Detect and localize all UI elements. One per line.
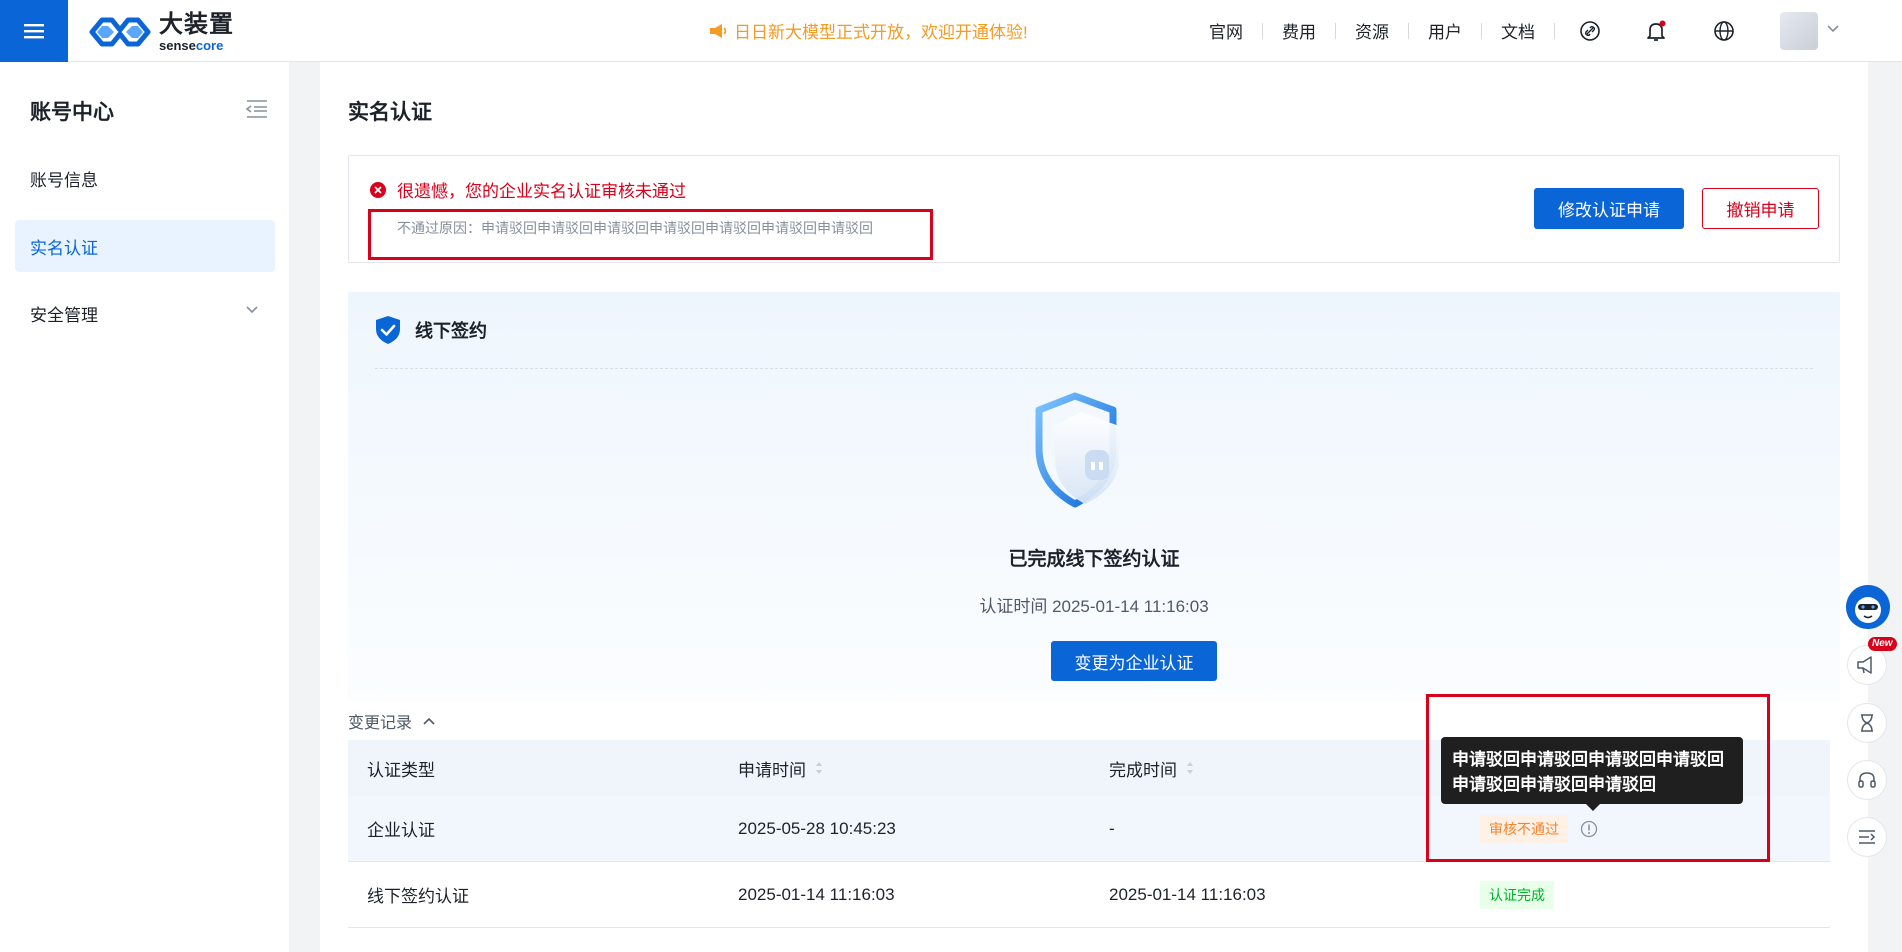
row-status: 认证完成 <box>1461 880 1830 909</box>
alert-message: 很遗憾，您的企业实名认证审核未通过 <box>369 177 686 202</box>
nav-divider <box>1554 22 1555 39</box>
top-nav: 官网 费用 资源 用户 文档 <box>1190 18 1555 43</box>
megaphone-icon <box>1857 656 1872 674</box>
sidebar-item-label: 实名认证 <box>30 238 98 258</box>
bell-icon[interactable] <box>1644 19 1668 43</box>
status-badge: 审核不通过 <box>1480 814 1568 843</box>
collapse-right-icon <box>1859 830 1876 844</box>
announcement-tool[interactable] <box>1847 645 1887 685</box>
offline-signing-card: 线下签约 已完成线下签约认证 认证时间 2025-01-14 11:16:03 … <box>348 292 1840 702</box>
sidebar: 账号中心 账号信息 实名认证 安全管理 <box>0 62 289 952</box>
menu-button[interactable] <box>0 0 68 62</box>
hamburger-icon <box>24 24 44 39</box>
row-apply-time: 2025-01-14 11:16:03 <box>738 884 895 904</box>
sidebar-item-label: 账号信息 <box>30 170 98 190</box>
sidebar-item-label: 安全管理 <box>30 305 98 325</box>
page-title: 实名认证 <box>348 101 432 124</box>
sort-icon[interactable] <box>1185 760 1195 776</box>
main-content: 实名认证 很遗憾，您的企业实名认证审核未通过 不通过原因：申请驳回申请驳回申请驳… <box>320 62 1868 952</box>
header-apply-time[interactable]: 申请时间 <box>719 756 1090 781</box>
card-divider <box>375 368 1813 369</box>
info-icon[interactable] <box>1580 820 1598 838</box>
rejection-alert: 很遗憾，您的企业实名认证审核未通过 不通过原因：申请驳回申请驳回申请驳回申请驳回… <box>348 155 1840 263</box>
row-done-time: - <box>1109 818 1115 838</box>
alert-text: 很遗憾，您的企业实名认证审核未通过 <box>397 182 686 201</box>
table-row: 线下签约认证 2025-01-14 11:16:03 2025-01-14 11… <box>348 862 1830 928</box>
globe-icon[interactable] <box>1712 19 1736 43</box>
card-title: 线下签约 <box>375 315 487 345</box>
collapse-sidebar-icon[interactable] <box>245 98 269 120</box>
withdraw-application-button[interactable]: 撤销申请 <box>1702 188 1819 229</box>
edit-application-button[interactable]: 修改认证申请 <box>1534 188 1684 229</box>
sidebar-item-security[interactable]: 安全管理 <box>15 287 275 339</box>
logo-cn: 大装置 <box>159 10 234 38</box>
avatar[interactable] <box>1780 12 1818 50</box>
row-done-time: 2025-01-14 11:16:03 <box>1109 884 1266 904</box>
new-badge: New <box>1868 637 1897 651</box>
row-cert-type: 线下签约认证 <box>367 887 469 906</box>
history-label: 变更记录 <box>348 715 413 732</box>
headset-icon <box>1858 772 1876 788</box>
megaphone-icon <box>710 23 727 38</box>
header-done-time[interactable]: 完成时间 <box>1090 756 1461 781</box>
nav-users[interactable]: 用户 <box>1409 18 1481 43</box>
table-row: 企业认证 2025-05-28 10:45:23 - 审核不通过 <box>348 796 1830 862</box>
logo-en: sensecore <box>159 37 224 53</box>
row-cert-type: 企业认证 <box>367 821 435 840</box>
chevron-down-icon[interactable] <box>1826 24 1840 34</box>
sidebar-title: 账号中心 <box>30 101 114 124</box>
nav-docs[interactable]: 文档 <box>1482 18 1554 43</box>
offline-done-text: 已完成线下签约认证 <box>1008 549 1180 570</box>
history-toggle[interactable]: 变更记录 <box>348 709 436 733</box>
nav-resources[interactable]: 资源 <box>1336 18 1408 43</box>
shield-illustration-icon <box>1035 392 1119 508</box>
chevron-up-icon <box>423 717 435 725</box>
support-tool[interactable] <box>1847 760 1887 800</box>
row-apply-time: 2025-05-28 10:45:23 <box>738 818 896 838</box>
sidebar-item-account-info[interactable]: 账号信息 <box>15 152 275 204</box>
logo[interactable]: 大装置 sensecore <box>89 12 234 52</box>
sort-icon[interactable] <box>814 760 824 776</box>
hourglass-tool[interactable] <box>1847 703 1887 743</box>
rejection-tooltip: 申请驳回申请驳回申请驳回申请驳回申请驳回申请驳回申请驳回 <box>1441 737 1743 811</box>
nav-billing[interactable]: 费用 <box>1263 18 1335 43</box>
announcement[interactable]: 日日新大模型正式开放，欢迎开通体验! <box>708 18 1028 43</box>
sidebar-item-real-name[interactable]: 实名认证 <box>15 220 275 272</box>
assistant-avatar[interactable] <box>1846 585 1890 629</box>
logo-mark-icon <box>89 17 151 47</box>
row-status: 审核不通过 <box>1461 814 1830 843</box>
nav-home[interactable]: 官网 <box>1190 18 1262 43</box>
switch-to-enterprise-button[interactable]: 变更为企业认证 <box>1051 641 1217 681</box>
rejection-reason: 不通过原因：申请驳回申请驳回申请驳回申请驳回申请驳回申请驳回申请驳回 <box>397 220 873 236</box>
hourglass-icon <box>1861 714 1873 732</box>
robot-icon <box>1846 585 1890 629</box>
announcement-text: 日日新大模型正式开放，欢迎开通体验! <box>734 23 1028 42</box>
shield-check-icon <box>376 316 400 344</box>
link-icon[interactable] <box>1578 19 1602 43</box>
offline-done-time: 认证时间 2025-01-14 11:16:03 <box>979 597 1209 616</box>
collapse-tools[interactable] <box>1847 817 1887 857</box>
status-badge: 认证完成 <box>1480 880 1554 909</box>
header-cert-type: 认证类型 <box>367 760 435 780</box>
top-header: 大装置 sensecore 日日新大模型正式开放，欢迎开通体验! 官网 费用 资… <box>0 0 1902 62</box>
chevron-down-icon <box>246 306 258 314</box>
error-icon <box>370 181 386 198</box>
